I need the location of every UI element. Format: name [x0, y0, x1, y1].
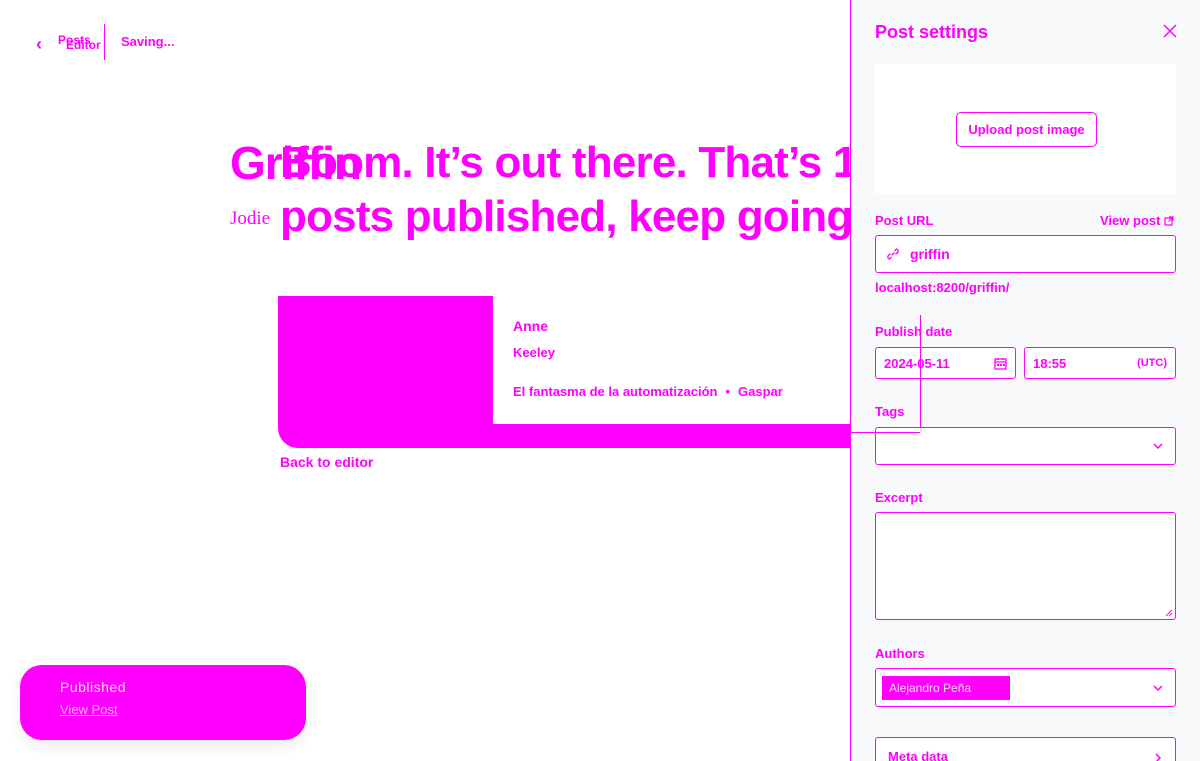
post-url-field[interactable]: griffin [875, 235, 1176, 273]
toast-title: Published [60, 679, 126, 695]
post-card-meta: El fantasma de la automatización • Gaspa… [513, 384, 783, 399]
chevron-right-icon [1155, 753, 1162, 761]
post-card-excerpt: Keeley [513, 345, 555, 360]
calendar-icon [994, 357, 1007, 370]
timezone-label: (UTC) [1137, 357, 1167, 369]
meta-data-row[interactable]: Meta data [875, 737, 1176, 761]
excerpt-textarea[interactable] [875, 512, 1176, 620]
post-url-preview: localhost:8200/griffin/ [875, 280, 1010, 295]
overlay-divider-horizontal [850, 432, 920, 433]
post-url-slug: griffin [910, 246, 950, 262]
chevron-down-icon [1153, 443, 1163, 450]
publish-date-label: Publish date [875, 324, 953, 339]
post-url-label: Post URL [875, 213, 934, 228]
save-status: Saving... [121, 34, 175, 49]
post-card-site: El fantasma de la automatización [513, 384, 718, 399]
post-card-image [280, 296, 493, 424]
meta-data-label: Meta data [888, 749, 948, 761]
back-label-editor: Editor [66, 38, 101, 52]
back-to-editor-link[interactable]: Back to editor [280, 454, 373, 470]
authors-label: Authors [875, 646, 925, 661]
close-icon[interactable] [1160, 21, 1180, 41]
settings-title: Post settings [875, 22, 989, 42]
upload-image-button[interactable]: Upload post image [956, 112, 1097, 147]
publish-headline: Boom. It’s out there. That’s 12 posts pu… [280, 138, 881, 241]
header-divider [104, 24, 105, 60]
link-icon [887, 248, 899, 260]
back-to-posts-link[interactable]: ‹ Posts Editor [36, 33, 101, 54]
excerpt-label: Excerpt [875, 490, 923, 505]
tags-label: Tags [875, 404, 905, 419]
publish-time-value: 18:55 [1033, 355, 1067, 371]
author-chip[interactable]: Alejandro Peña [882, 676, 1010, 700]
back-label: Posts Editor [44, 33, 101, 54]
view-post-link[interactable]: View post [1100, 213, 1175, 228]
external-link-icon [1164, 215, 1175, 226]
post-card-title: Anne [513, 318, 548, 334]
view-post-label: View post [1100, 213, 1161, 228]
chevron-down-icon [1153, 684, 1163, 691]
post-card-author: Gaspar [738, 384, 783, 399]
resize-handle-icon[interactable] [1165, 609, 1173, 617]
toast-view-post-link[interactable]: View Post [60, 702, 118, 717]
publish-date-input[interactable]: 2024-05-11 [875, 347, 1016, 379]
post-author-byline: Jodie [230, 208, 271, 229]
publish-time-input[interactable]: 18:55 (UTC) [1024, 347, 1176, 379]
overlay-divider-vertical [920, 315, 921, 427]
publish-date-value: 2024-05-11 [884, 355, 950, 371]
authors-select[interactable]: Alejandro Peña [875, 668, 1176, 707]
post-card-separator: • [725, 384, 731, 399]
chevron-left-icon: ‹ [36, 34, 42, 54]
tags-select[interactable] [875, 427, 1176, 465]
